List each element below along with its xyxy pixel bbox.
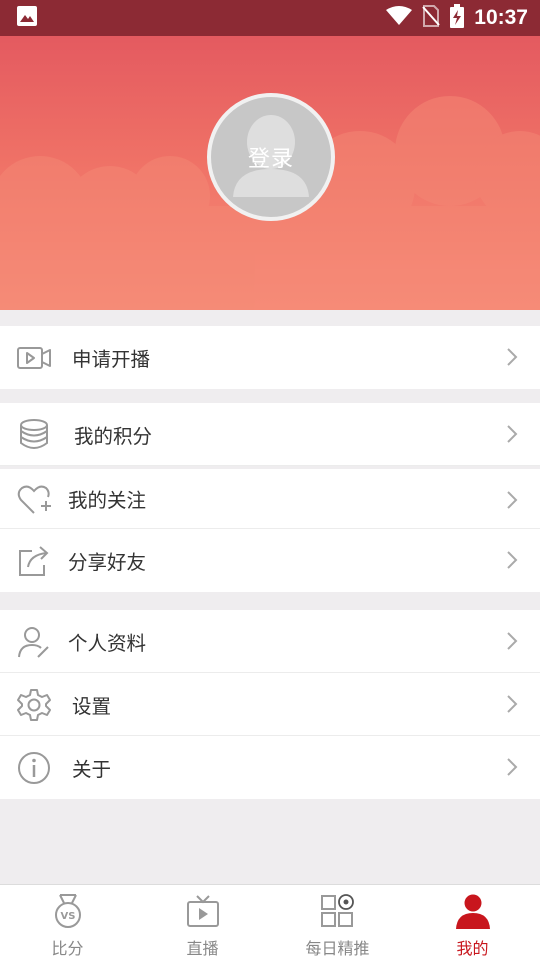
chevron-right-icon: [507, 758, 518, 776]
menu-item-settings[interactable]: 设置: [0, 673, 540, 736]
user-icon: [455, 894, 490, 929]
info-icon: [18, 752, 50, 784]
avatar-login-button[interactable]: 登录: [207, 93, 335, 221]
no-sim-icon: [422, 5, 441, 31]
clock: 10:37: [474, 6, 528, 29]
menu-item-share-friends[interactable]: 分享好友: [0, 529, 540, 592]
tab-daily-picks[interactable]: 每日精推: [270, 885, 405, 961]
status-bar: 10:37: [0, 0, 540, 36]
chevron-right-icon: [507, 348, 518, 366]
grid-ball-icon: [320, 894, 354, 927]
video-camera-icon: [17, 347, 51, 369]
svg-text:VS: VS: [60, 911, 75, 922]
tab-label: 每日精推: [305, 939, 370, 958]
user-edit-icon: [18, 627, 49, 658]
bottom-tab-bar: VS 比分 直播 每日精推 我的: [0, 884, 540, 961]
tab-live[interactable]: 直播: [135, 885, 270, 961]
profile-header: 登录: [0, 36, 540, 310]
menu-item-label: 我的积分: [74, 424, 153, 448]
tab-label: 直播: [186, 939, 219, 958]
menu-group-social: 我的积分 我的关注 分享好友: [0, 403, 540, 592]
medal-vs-icon: VS: [54, 894, 81, 928]
menu-item-apply-stream[interactable]: 申请开播: [0, 326, 540, 389]
gallery-notification-icon: [16, 5, 38, 31]
menu-item-label: 申请开播: [72, 348, 151, 371]
menu-item-label: 设置: [72, 694, 112, 718]
menu-item-label: 分享好友: [68, 551, 147, 574]
menu-item-label: 关于: [72, 758, 112, 781]
share-icon: [19, 546, 49, 576]
tab-label: 我的: [456, 939, 489, 958]
menu-item-label: 我的关注: [68, 489, 147, 512]
coin-stack-icon: [20, 419, 48, 449]
chevron-right-icon: [507, 425, 518, 443]
tab-mine[interactable]: 我的: [405, 885, 540, 961]
gear-icon: [17, 689, 51, 721]
wifi-icon: [386, 6, 413, 30]
login-label: 登录: [247, 147, 294, 172]
battery-charging-icon: [450, 4, 465, 32]
menu-item-my-points[interactable]: 我的积分: [0, 403, 540, 466]
tab-score[interactable]: VS 比分: [0, 885, 135, 961]
menu-item-my-follows[interactable]: 我的关注: [0, 466, 540, 529]
menu-group-stream: 申请开播: [0, 326, 540, 389]
chevron-right-icon: [507, 551, 518, 569]
heart-plus-icon: [17, 485, 51, 514]
menu-item-profile-info[interactable]: 个人资料: [0, 610, 540, 673]
tv-icon: [186, 895, 219, 927]
chevron-right-icon: [507, 695, 518, 713]
chevron-right-icon: [507, 632, 518, 650]
menu-item-label: 个人资料: [68, 631, 147, 655]
chevron-right-icon: [507, 491, 518, 509]
menu-group-account: 个人资料 设置 关于: [0, 610, 540, 799]
tab-label: 比分: [51, 939, 84, 958]
menu-item-about[interactable]: 关于: [0, 736, 540, 799]
